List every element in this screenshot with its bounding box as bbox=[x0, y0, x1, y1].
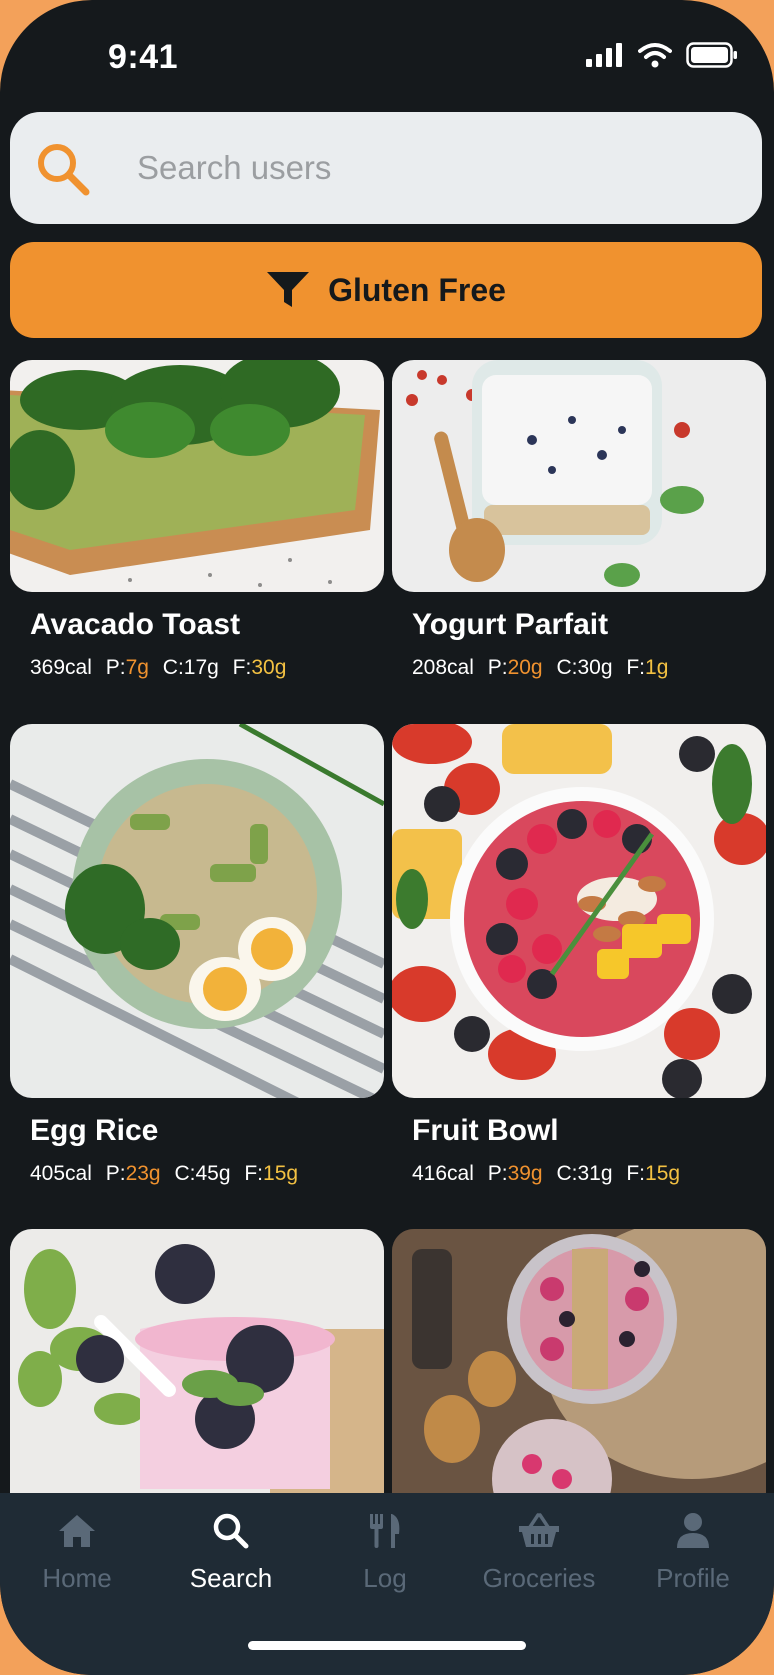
recipe-title: Avacado Toast bbox=[30, 608, 241, 641]
filter-label: Gluten Free bbox=[328, 271, 506, 308]
search-icon bbox=[38, 144, 90, 196]
recipe-macros: 208cal P:20g C:30g F:1g bbox=[412, 656, 669, 679]
nav-item-log[interactable]: Log bbox=[308, 1507, 462, 1594]
nav-label: Log bbox=[363, 1563, 407, 1593]
status-time: 9:41 bbox=[108, 38, 179, 76]
recipe-title: Fruit Bowl bbox=[412, 1114, 559, 1147]
nav-label: Groceries bbox=[482, 1563, 596, 1593]
status-bar: 9:41 bbox=[0, 0, 774, 100]
nav-label: Profile bbox=[656, 1563, 730, 1593]
phone-screen: 9:41 Search users Gluten Free Avacado To… bbox=[0, 0, 774, 1675]
wifi-icon bbox=[638, 43, 672, 68]
status-icons bbox=[586, 42, 738, 68]
recipe-card[interactable]: Yogurt Parfait 208cal P:20g C:30g F:1g bbox=[392, 360, 766, 680]
recipe-image-fruit-bowl bbox=[392, 724, 766, 1098]
recipe-image-berry-smoothie bbox=[10, 1229, 384, 1493]
gluten-free-filter-button[interactable]: Gluten Free bbox=[10, 242, 762, 338]
recipe-image-avocado-toast bbox=[10, 360, 384, 592]
recipe-macros: 416cal P:39g C:31g F:15g bbox=[412, 1162, 681, 1185]
person-icon bbox=[677, 1513, 709, 1548]
recipe-grid: Avacado Toast 369cal P:7g C:17g F:30g Yo… bbox=[0, 360, 774, 1493]
recipe-macros: 405cal P:23g C:45g F:15g bbox=[30, 1162, 299, 1185]
recipe-card[interactable]: Avacado Toast 369cal P:7g C:17g F:30g bbox=[10, 360, 384, 680]
search-icon bbox=[213, 1513, 249, 1549]
nav-item-home[interactable]: Home bbox=[0, 1507, 154, 1594]
nav-item-search[interactable]: Search bbox=[154, 1507, 308, 1594]
filter-icon bbox=[267, 272, 310, 307]
utensils-icon bbox=[370, 1514, 400, 1548]
recipe-image-egg-rice bbox=[10, 724, 384, 1098]
basket-icon bbox=[519, 1513, 559, 1547]
recipe-title: Yogurt Parfait bbox=[412, 608, 609, 641]
recipe-image-yogurt-parfait bbox=[392, 360, 766, 592]
nav-label: Search bbox=[189, 1563, 273, 1593]
home-icon bbox=[59, 1515, 95, 1547]
search-bar[interactable]: Search users bbox=[10, 112, 762, 224]
recipe-image-acai-bowl bbox=[392, 1229, 766, 1493]
signal-icon bbox=[586, 43, 622, 67]
battery-icon bbox=[686, 42, 737, 68]
recipe-card[interactable]: Egg Rice 405cal P:23g C:45g F:15g bbox=[10, 724, 384, 1186]
nav-item-profile[interactable]: Profile bbox=[616, 1507, 770, 1594]
recipe-card[interactable] bbox=[10, 1229, 384, 1493]
recipe-card[interactable]: Fruit Bowl 416cal P:39g C:31g F:15g bbox=[392, 724, 766, 1186]
recipe-title: Egg Rice bbox=[30, 1114, 159, 1147]
nav-item-groceries[interactable]: Groceries bbox=[462, 1507, 616, 1594]
search-input[interactable]: Search users bbox=[137, 149, 331, 187]
home-indicator[interactable] bbox=[248, 1641, 526, 1650]
recipe-card[interactable] bbox=[392, 1229, 766, 1493]
nav-label: Home bbox=[42, 1563, 112, 1593]
recipe-macros: 369cal P:7g C:17g F:30g bbox=[30, 656, 287, 679]
